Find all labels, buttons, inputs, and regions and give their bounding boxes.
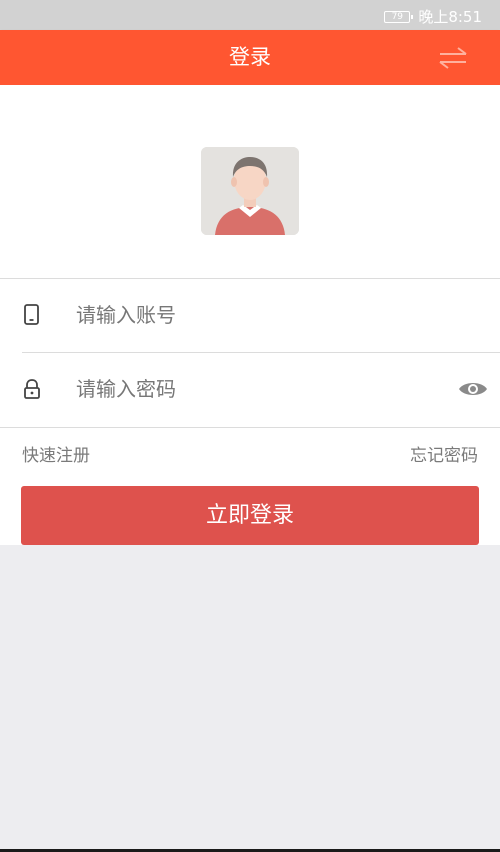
register-link[interactable]: 快速注册 [22,441,90,466]
account-input[interactable] [76,295,436,335]
title-bar: 登录 [0,30,500,85]
battery-icon: 79 [384,10,414,23]
swap-arrows-icon[interactable] [436,44,470,72]
lock-icon [22,378,42,400]
password-input[interactable] [76,369,436,409]
login-panel: 快速注册 忘记密码 立即登录 [0,85,500,545]
account-field [0,279,500,352]
forgot-password-link[interactable]: 忘记密码 [410,441,478,466]
user-avatar-icon [201,147,299,235]
login-button[interactable]: 立即登录 [21,486,479,545]
page-title: 登录 [229,45,271,69]
status-indicators: 79 晚上8:51 [384,6,482,27]
eye-icon[interactable] [458,379,488,399]
status-bar: 79 晚上8:51 [0,0,500,30]
password-field [0,353,500,426]
phone-icon [22,304,42,326]
status-time: 晚上8:51 [418,8,482,26]
divider-bottom [0,427,500,428]
battery-level: 79 [391,11,404,22]
